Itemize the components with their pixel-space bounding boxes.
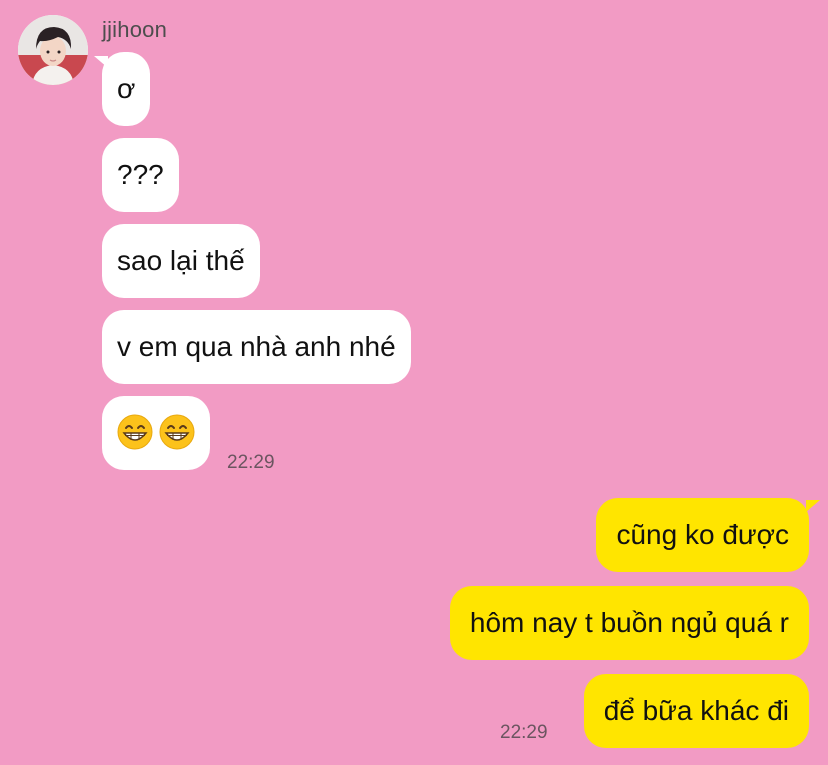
grinning-face-with-smiling-eyes-icon xyxy=(117,414,153,450)
message-text: cũng ko được xyxy=(616,519,789,550)
incoming-message[interactable]: ơ xyxy=(102,52,151,126)
incoming-timestamp: 22:29 xyxy=(227,452,275,473)
outgoing-bubble-tail xyxy=(806,500,820,512)
message-text: sao lại thế xyxy=(117,245,245,276)
outgoing-message[interactable]: cũng ko được xyxy=(596,498,809,572)
avatar-photo-icon xyxy=(18,15,88,85)
incoming-message[interactable]: sao lại thế xyxy=(102,224,260,298)
grinning-face-with-smiling-eyes-icon xyxy=(159,414,195,450)
message-text: hôm nay t buồn ngủ quá r xyxy=(469,607,789,638)
incoming-emoji-message[interactable] xyxy=(102,396,210,470)
message-text: v em qua nhà anh nhé xyxy=(117,331,396,362)
message-text: ơ xyxy=(117,73,136,104)
contact-avatar[interactable] xyxy=(18,15,88,85)
incoming-message[interactable]: ??? xyxy=(102,138,179,212)
incoming-message[interactable]: v em qua nhà anh nhé xyxy=(102,310,411,384)
outgoing-timestamp: 22:29 xyxy=(500,722,548,743)
outgoing-message[interactable]: hôm nay t buồn ngủ quá r xyxy=(449,586,809,660)
message-text: để bữa khác đi xyxy=(603,695,789,726)
message-text: ??? xyxy=(117,159,164,190)
outgoing-message[interactable]: để bữa khác đi xyxy=(583,674,809,748)
contact-name: jjihoon xyxy=(102,17,168,42)
